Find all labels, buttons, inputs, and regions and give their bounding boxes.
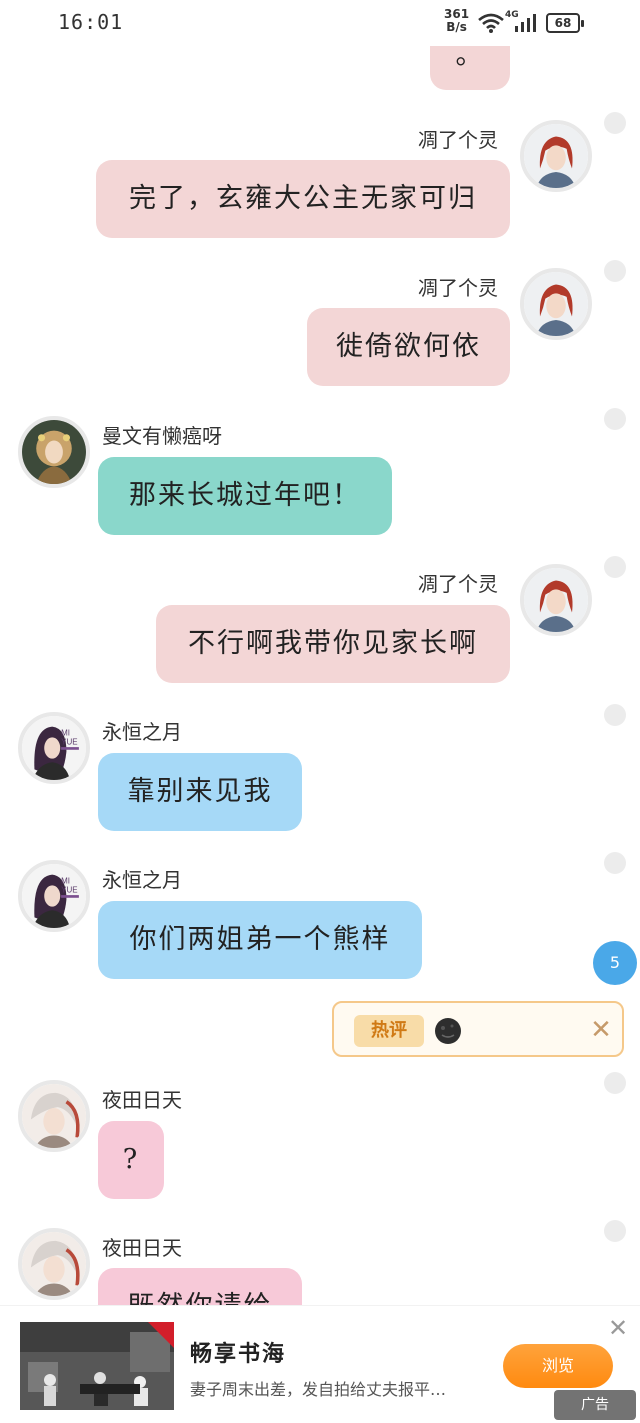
- avatar-yetian[interactable]: [18, 1228, 90, 1300]
- avatar-text: YUE: [61, 885, 77, 894]
- hot-comment-tag: 热评: [354, 1015, 424, 1047]
- avatar-manwen[interactable]: [18, 416, 90, 488]
- sender-name: 曼文有懒癌呀: [102, 424, 222, 448]
- status-dot: [604, 556, 626, 578]
- sender-name: 夜田日天: [102, 1088, 182, 1112]
- sender-name: 永恒之月: [102, 720, 182, 744]
- ad-banner[interactable]: 畅享书海 妻子周末出差，发自拍给丈夫报平… 浏览 ✕ 广告: [0, 1305, 640, 1423]
- avatar-text: YUE: [61, 737, 77, 746]
- message-bubble[interactable]: 不行啊我带你见家长啊: [156, 605, 510, 683]
- status-dot: [604, 112, 626, 134]
- battery-icon: 68: [546, 13, 584, 33]
- ad-label[interactable]: 广告: [554, 1390, 636, 1420]
- ad-browse-button[interactable]: 浏览: [503, 1344, 613, 1388]
- network-speed: 361 B/s: [444, 8, 469, 34]
- ad-title[interactable]: 畅享书海: [190, 1336, 286, 1368]
- cellular-signal-icon: [515, 14, 536, 32]
- message-bubble[interactable]: 那来长城过年吧！: [98, 457, 392, 535]
- avatar-yongheng[interactable]: MI YUE: [18, 712, 90, 784]
- status-dot: [604, 704, 626, 726]
- sender-name: 凋了个灵: [418, 276, 498, 300]
- chat-area[interactable]: 。 凋了个灵 完了，玄雍大公主无家可归 凋了个灵 徙倚欲何依 曼文有懒癌呀 那来…: [0, 0, 640, 1310]
- status-dot: [604, 852, 626, 874]
- avatar-text: MI: [61, 877, 70, 886]
- status-dot: [604, 408, 626, 430]
- avatar-yongheng[interactable]: MI YUE: [18, 860, 90, 932]
- ad-description[interactable]: 妻子周末出差，发自拍给丈夫报平…: [190, 1376, 446, 1400]
- avatar-yetian[interactable]: [18, 1080, 90, 1152]
- sender-name: 凋了个灵: [418, 572, 498, 596]
- close-icon[interactable]: ✕: [604, 1314, 632, 1342]
- network-speed-unit: B/s: [446, 20, 467, 34]
- avatar-diao[interactable]: [520, 564, 592, 636]
- avatar-diao[interactable]: [520, 268, 592, 340]
- ad-thumbnail[interactable]: [20, 1322, 174, 1410]
- sender-name: 凋了个灵: [418, 128, 498, 152]
- status-bar: 16:01 361 B/s 4G 68: [0, 0, 640, 46]
- sender-name: 永恒之月: [102, 868, 182, 892]
- avatar-text: MI: [61, 729, 70, 738]
- message-bubble[interactable]: 徙倚欲何依: [307, 308, 510, 386]
- unread-count-badge[interactable]: 5: [593, 941, 637, 985]
- wifi-icon: [478, 13, 504, 33]
- sender-name: 夜田日天: [102, 1236, 182, 1260]
- dark-moon-emoji-icon: [435, 1018, 461, 1044]
- message-bubble[interactable]: ?: [98, 1121, 164, 1199]
- status-time: 16:01: [58, 10, 124, 34]
- hot-comment-bar[interactable]: 热评 ✕: [332, 1001, 624, 1057]
- status-dot: [604, 1220, 626, 1242]
- message-bubble[interactable]: 你们两姐弟一个熊样: [98, 901, 422, 979]
- message-bubble[interactable]: 既然你请给: [98, 1268, 302, 1310]
- avatar-diao[interactable]: [520, 120, 592, 192]
- status-dot: [604, 260, 626, 282]
- message-bubble[interactable]: 完了，玄雍大公主无家可归: [96, 160, 510, 238]
- message-bubble[interactable]: 靠别来见我: [98, 753, 302, 831]
- close-icon[interactable]: ✕: [588, 1015, 614, 1045]
- status-dot: [604, 1072, 626, 1094]
